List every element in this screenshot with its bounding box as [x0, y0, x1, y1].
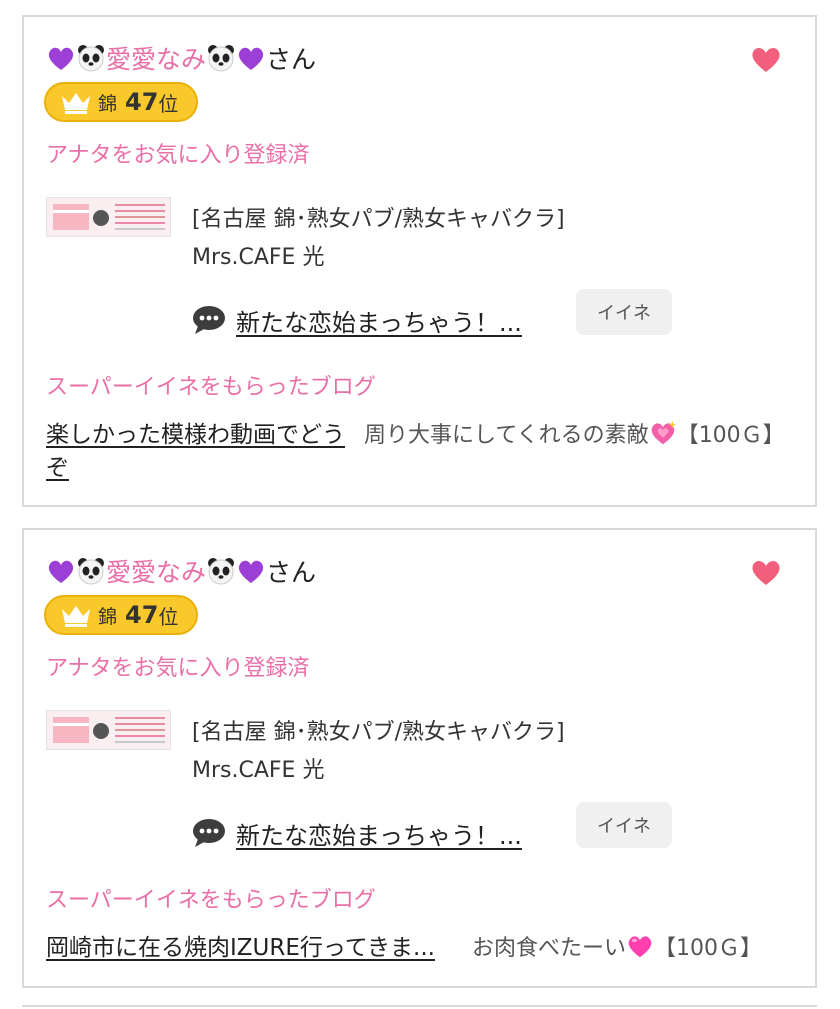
panda-icon: [78, 45, 104, 72]
user-card: 愛愛なみ さん 錦 47 位 アナタをお気に入り登録済 [名古屋 錦･熟女パブ/…: [22, 15, 817, 507]
user-name-row[interactable]: 愛愛なみ さん: [46, 552, 316, 590]
speech-bubble-icon: [193, 306, 225, 334]
rank-badge[interactable]: 錦 47 位: [44, 595, 198, 635]
shop-name[interactable]: Mrs.CAFE 光: [192, 239, 324, 271]
blog-title-link[interactable]: 楽しかった模様わ動画でどうぞ: [46, 419, 356, 485]
panda-icon: [208, 558, 235, 585]
super-like-section-title: スーパーイイネをもらったブログ: [46, 888, 376, 913]
rank-badge[interactable]: 錦 47 位: [44, 82, 198, 122]
rank-area: 錦: [98, 92, 118, 115]
rank-unit: 位: [158, 91, 179, 116]
shop-area: [名古屋 錦･熟女パブ/熟女キャバクラ]: [192, 720, 565, 745]
pink-heart-icon: [628, 936, 652, 958]
shop-banner-thumbnail[interactable]: [46, 710, 171, 750]
super-like-comment: 周り大事にしてくれるの素敵 【100Ｇ】: [364, 419, 804, 452]
user-name-row[interactable]: 愛愛なみ さん: [46, 39, 316, 77]
favorite-status: アナタをお気に入り登録済: [46, 656, 310, 681]
divider: [22, 1005, 817, 1007]
rank-area: 錦: [98, 605, 118, 628]
purple-heart-icon: [48, 560, 74, 583]
comment-text: 周り大事にしてくれるの素敵: [364, 423, 649, 448]
blog-title-link[interactable]: 岡崎市に在る焼肉IZURE行ってきま...: [46, 932, 435, 965]
rank-number: 47: [125, 88, 159, 116]
latest-post: 新たな恋始まっちゃう！...: [192, 810, 522, 856]
rank-unit: 位: [158, 604, 179, 629]
favorite-status: アナタをお気に入り登録済: [46, 143, 310, 168]
panda-icon: [208, 45, 235, 72]
super-like-comment: お肉食べたーい 【100Ｇ】: [472, 932, 802, 965]
rank-number: 47: [125, 601, 159, 629]
post-title-link[interactable]: 新たな恋始まっちゃう！...: [236, 816, 522, 851]
shop-area: [名古屋 錦･熟女パブ/熟女キャバクラ]: [192, 207, 565, 232]
comment-points: 【100Ｇ】: [676, 423, 785, 448]
crown-icon: [62, 93, 90, 114]
sparkling-heart-icon: [651, 420, 676, 445]
like-button[interactable]: イイネ: [576, 289, 672, 335]
speech-bubble-icon: [193, 819, 225, 847]
purple-heart-icon: [238, 47, 264, 70]
favorite-heart-icon[interactable]: [751, 45, 781, 73]
user-name[interactable]: 愛愛なみ: [106, 553, 206, 589]
post-title-link[interactable]: 新たな恋始まっちゃう！...: [236, 303, 522, 338]
latest-post: 新たな恋始まっちゃう！...: [192, 297, 522, 343]
crown-icon: [62, 606, 90, 627]
honorific: さん: [266, 45, 317, 74]
comment-text: お肉食べたーい: [472, 936, 627, 961]
like-button[interactable]: イイネ: [576, 802, 672, 848]
user-card: 愛愛なみ さん 錦 47 位 アナタをお気に入り登録済 [名古屋 錦･熟女パブ/…: [22, 528, 817, 988]
favorite-heart-icon[interactable]: [751, 558, 781, 586]
shop-name[interactable]: Mrs.CAFE 光: [192, 752, 324, 784]
honorific: さん: [266, 558, 317, 587]
purple-heart-icon: [238, 560, 264, 583]
comment-points: 【100Ｇ】: [654, 936, 763, 961]
super-like-section-title: スーパーイイネをもらったブログ: [46, 375, 376, 400]
panda-icon: [78, 558, 104, 585]
shop-banner-thumbnail[interactable]: [46, 197, 171, 237]
user-name[interactable]: 愛愛なみ: [106, 40, 206, 76]
purple-heart-icon: [48, 47, 74, 70]
